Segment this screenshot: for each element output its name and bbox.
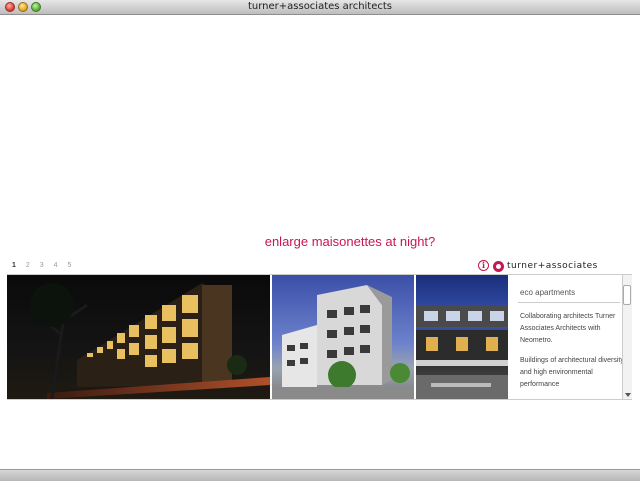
project-title: eco apartments: [520, 288, 576, 297]
divider: [518, 302, 620, 303]
enlarge-photo-link[interactable]: enlarge maisonettes at night?: [0, 234, 640, 249]
project-photo-dusk[interactable]: [416, 275, 508, 399]
dusk-building-icon: [416, 305, 508, 399]
project-paragraph: Buildings of architectural diversity and…: [520, 357, 624, 388]
day-building-icon: [272, 285, 414, 399]
page-pager: 1 2 3 4 5: [12, 262, 79, 269]
night-building-icon: [30, 283, 270, 399]
project-photo-day[interactable]: [272, 275, 414, 399]
page-link-4[interactable]: 4: [54, 262, 58, 269]
page-link-2[interactable]: 2: [26, 262, 30, 269]
page-link-3[interactable]: 3: [40, 262, 44, 269]
window-bottom-bar: [0, 469, 640, 481]
scrollbar[interactable]: [622, 275, 632, 399]
project-strip: eco apartments Collaborating architects …: [7, 274, 632, 400]
info-icon[interactable]: i: [478, 260, 489, 271]
page-link-1[interactable]: 1: [12, 262, 16, 269]
project-description-pane[interactable]: eco apartments Collaborating architects …: [510, 275, 632, 399]
company-logo[interactable]: turner+associates: [493, 260, 598, 272]
window-title: turner+associates architects: [247, 1, 393, 12]
logo-text: turner+associates: [507, 261, 598, 271]
scrollbar-thumb[interactable]: [623, 285, 631, 305]
window-titlebar: turner+associates architects: [0, 0, 640, 15]
scroll-down-arrow-icon[interactable]: [625, 393, 631, 397]
project-paragraph: Collaborating architects Turner Associat…: [520, 313, 616, 344]
page-link-5[interactable]: 5: [67, 262, 71, 269]
logo-mark-icon: [493, 260, 504, 272]
project-photo-night[interactable]: [7, 275, 270, 399]
